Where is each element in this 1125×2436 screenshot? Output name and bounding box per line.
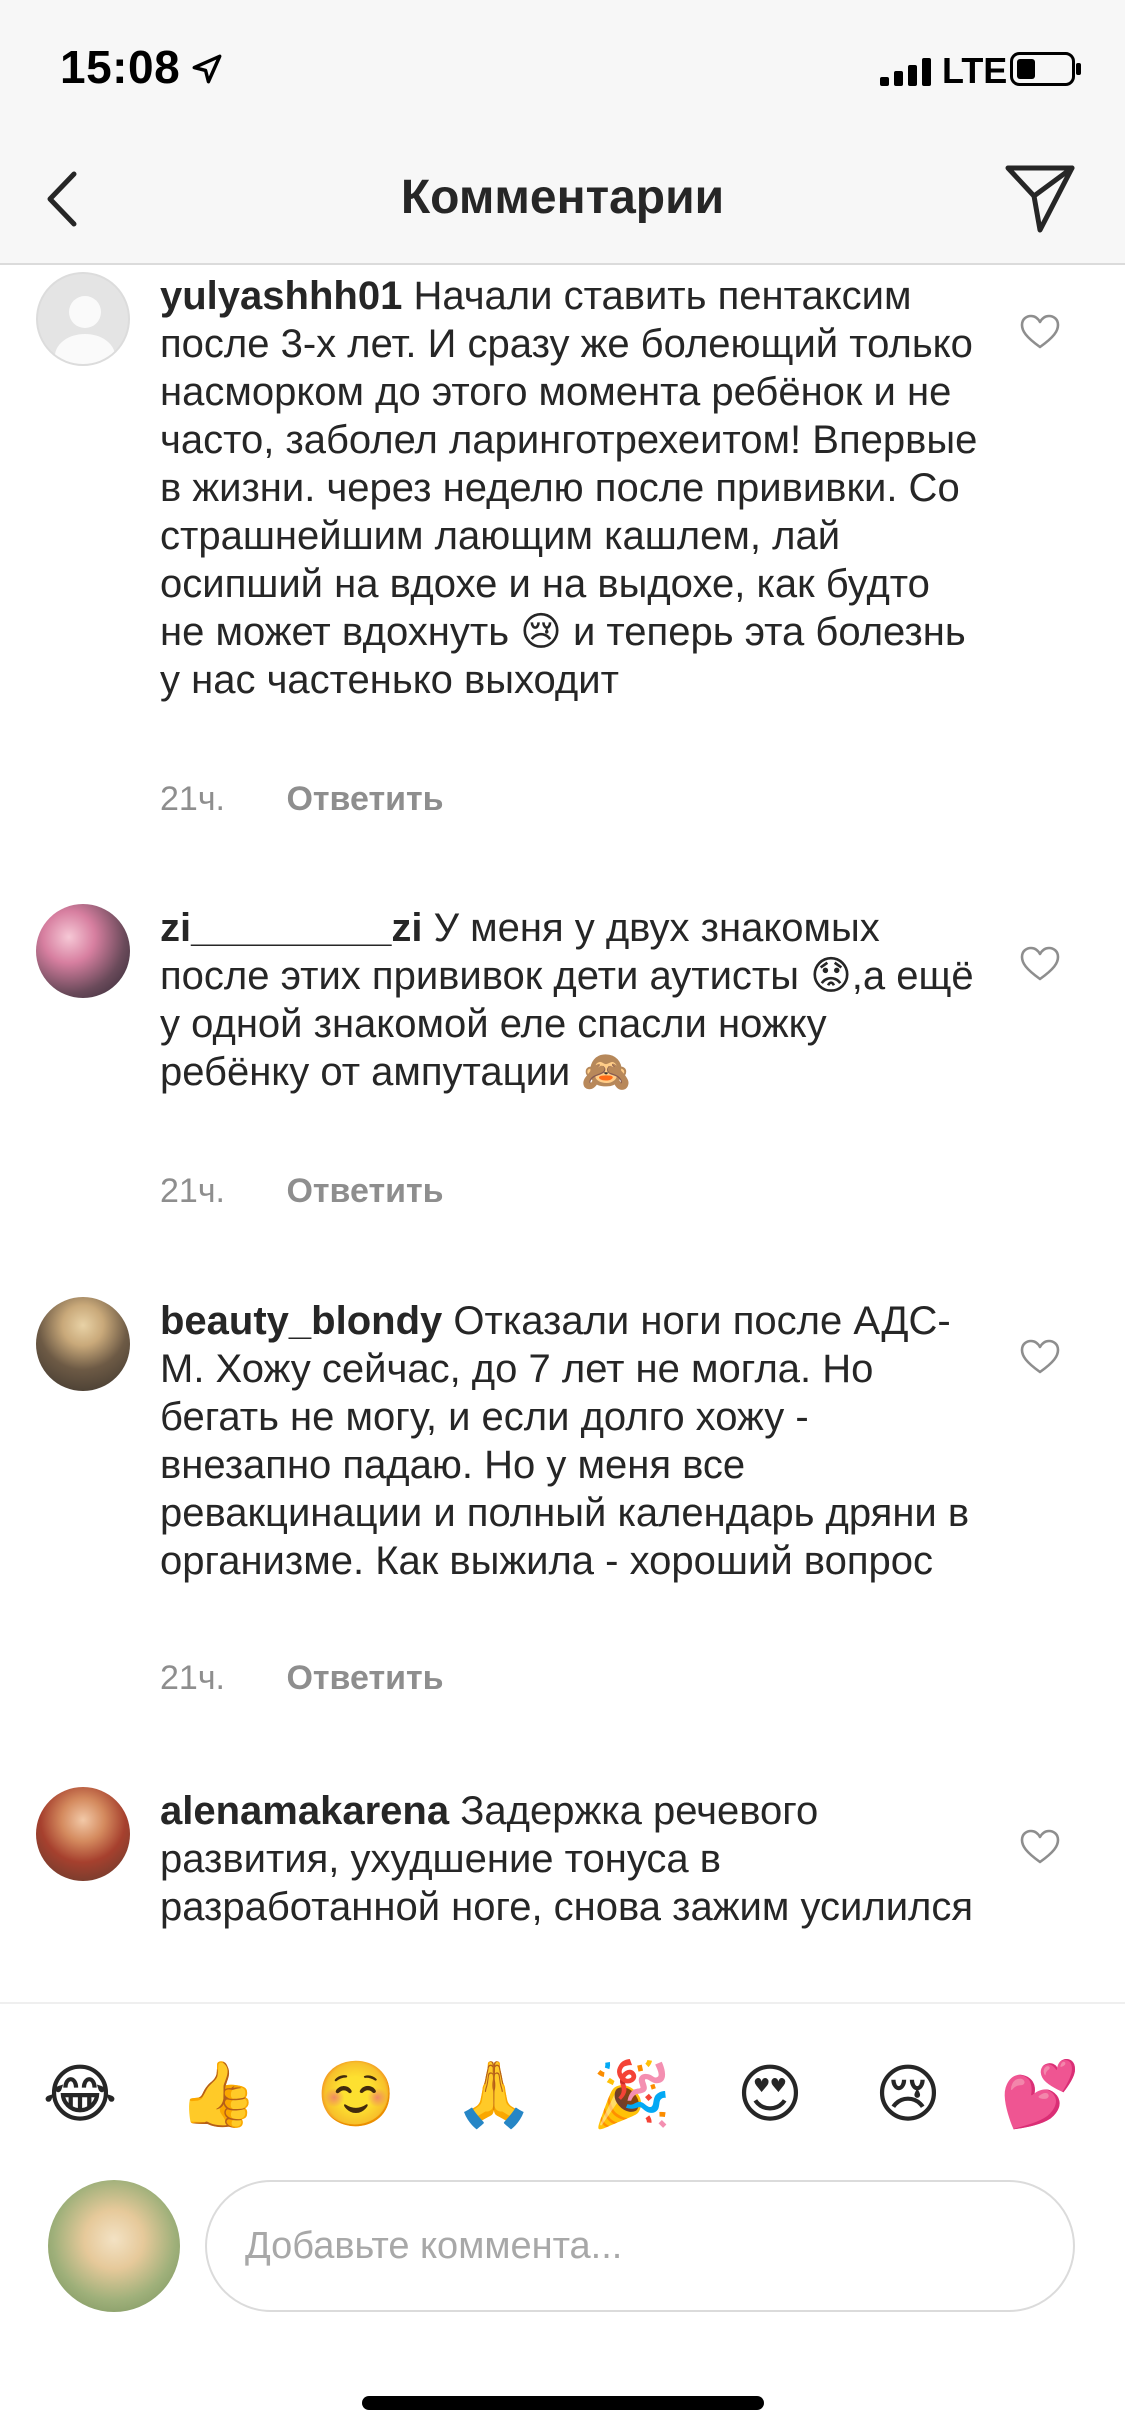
home-indicator[interactable] xyxy=(362,2396,764,2410)
comment-username[interactable]: yulyashhh01 xyxy=(160,274,402,318)
navigation-bar: Комментарии xyxy=(0,140,1125,265)
comment-body: beauty_blondy Отказали ноги после АДС-М.… xyxy=(160,1297,980,1585)
status-bar: 15:08 LTE xyxy=(0,0,1125,140)
comment-body: alenamakarena Задержка речевого развития… xyxy=(160,1787,980,1931)
emoji-smiling-button[interactable]: ☺️ xyxy=(316,2054,396,2134)
comment-text: Начали ставить пентаксим после 3-х лет. … xyxy=(160,274,978,702)
emoji-heart-eyes-button[interactable]: 😍 xyxy=(730,2054,810,2134)
comments-list: yulyashhh01 Начали ставить пентаксим пос… xyxy=(0,267,1125,2002)
comment-item: zi_________zi У меня у двух знакомых пос… xyxy=(0,904,1125,1210)
paper-plane-icon[interactable] xyxy=(1002,160,1078,236)
comment-time: 21ч. xyxy=(160,780,225,818)
comment-item: beauty_blondy Отказали ноги после АДС-М.… xyxy=(0,1297,1125,1697)
default-avatar-icon xyxy=(55,296,115,364)
comment-time: 21ч. xyxy=(160,1172,225,1210)
reply-button[interactable]: Ответить xyxy=(286,1659,443,1697)
heart-outline-icon[interactable] xyxy=(1020,1339,1060,1375)
comment-body: zi_________zi У меня у двух знакомых пос… xyxy=(160,904,980,1096)
comment-username[interactable]: alenamakarena xyxy=(160,1789,449,1833)
avatar[interactable] xyxy=(36,1787,130,1881)
comment-composer xyxy=(0,2172,1125,2332)
current-user-avatar xyxy=(48,2180,180,2312)
emoji-joy-button[interactable]: 😂 xyxy=(40,2054,120,2134)
reply-button[interactable]: Ответить xyxy=(286,1172,443,1210)
comment-meta: 21ч. Ответить xyxy=(160,1172,444,1211)
emoji-thumbs-up-button[interactable]: 👍 xyxy=(178,2054,258,2134)
comment-item: alenamakarena Задержка речевого развития… xyxy=(0,1787,1125,2002)
avatar[interactable] xyxy=(36,272,130,366)
heart-outline-icon[interactable] xyxy=(1020,1829,1060,1865)
heart-outline-icon[interactable] xyxy=(1020,314,1060,350)
comment-username[interactable]: zi_________zi xyxy=(160,906,422,950)
page-title: Комментарии xyxy=(400,171,725,224)
comment-time: 21ч. xyxy=(160,1659,225,1697)
comment-body: yulyashhh01 Начали ставить пентаксим пос… xyxy=(160,272,980,704)
comment-item: yulyashhh01 Начали ставить пентаксим пос… xyxy=(0,272,1125,832)
network-type: LTE xyxy=(942,50,1008,91)
comment-meta: 21ч. Ответить xyxy=(160,780,444,819)
comment-input[interactable] xyxy=(205,2180,1075,2312)
location-arrow-icon xyxy=(192,54,222,84)
heart-outline-icon[interactable] xyxy=(1020,946,1060,982)
reply-button[interactable]: Ответить xyxy=(286,780,443,818)
emoji-crying-button[interactable]: 😢 xyxy=(868,2054,948,2134)
avatar[interactable] xyxy=(36,1297,130,1391)
battery-icon xyxy=(1010,52,1081,86)
emoji-reaction-bar: 😂 👍 ☺️ 🙏 🎉 😍 😢 💕 xyxy=(0,2002,1125,2172)
emoji-two-hearts-button[interactable]: 💕 xyxy=(1000,2054,1080,2134)
status-time: 15:08 xyxy=(60,41,181,93)
avatar[interactable] xyxy=(36,904,130,998)
comment-username[interactable]: beauty_blondy xyxy=(160,1299,442,1343)
comment-meta: 21ч. Ответить xyxy=(160,1659,444,1698)
emoji-party-button[interactable]: 🎉 xyxy=(592,2054,672,2134)
emoji-pray-button[interactable]: 🙏 xyxy=(454,2054,534,2134)
cellular-signal-icon xyxy=(880,58,931,86)
